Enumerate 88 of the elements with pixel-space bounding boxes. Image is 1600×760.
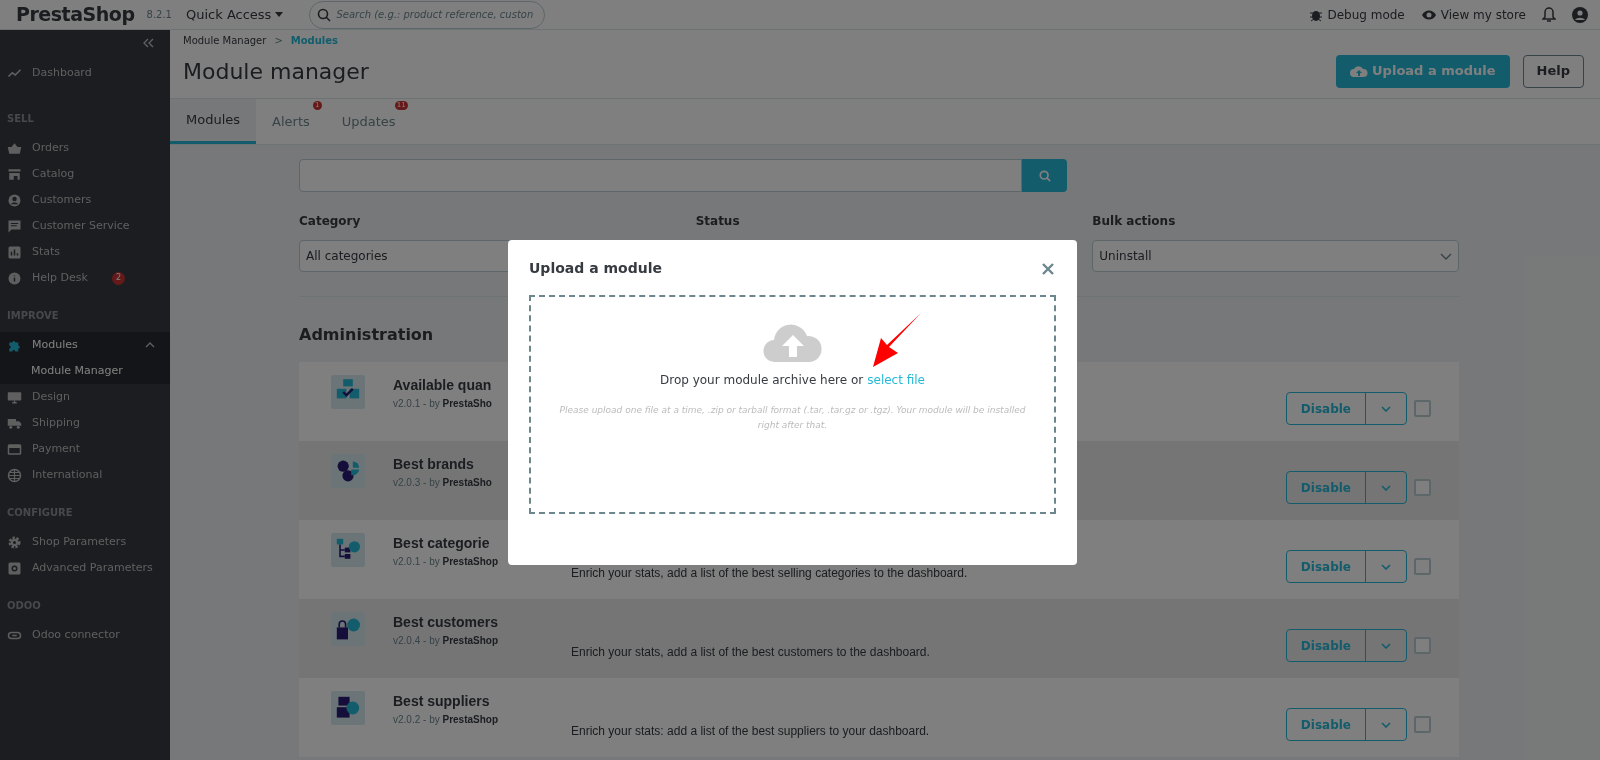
sidebar-item[interactable]: Customers bbox=[0, 187, 170, 213]
sidebar-item[interactable]: Orders bbox=[0, 135, 170, 161]
upload-hint: Please upload one file at a time, .zip or tarball format (.tar, .tar.gz or .tgz). Your module will be installed right after that. bbox=[558, 404, 1027, 432]
sidebar-item[interactable]: Advanced Parameters bbox=[0, 555, 170, 581]
checkbox[interactable] bbox=[1414, 716, 1431, 733]
brand-name: PrestaShop bbox=[16, 2, 135, 28]
checkbox[interactable] bbox=[1414, 637, 1431, 654]
drop-instruction: Drop your module archive here or bbox=[660, 372, 864, 389]
module-meta: v2.0.1 - by PrestaShop bbox=[393, 555, 499, 569]
tab[interactable]: Modules bbox=[170, 99, 257, 144]
breadcrumb-separator: > bbox=[274, 34, 283, 48]
count-badge: 2 bbox=[111, 271, 125, 285]
chevron-down-icon bbox=[1381, 563, 1391, 570]
pointer-arrow bbox=[871, 311, 923, 369]
module-name: Best brands bbox=[393, 455, 474, 474]
search-icon bbox=[317, 7, 332, 22]
card-icon bbox=[7, 441, 22, 457]
search-field[interactable]: Search (e.g.: product reference, custon bbox=[309, 0, 546, 29]
module-description: Enrich your stats, add a list of the best selling categories to the dashboard. bbox=[571, 565, 968, 582]
chevron-down-icon bbox=[1381, 405, 1391, 412]
caret-icon bbox=[275, 12, 284, 17]
collapse-icon bbox=[142, 38, 154, 48]
sidebar-item[interactable]: Help Desk 2 bbox=[0, 265, 170, 291]
store-icon bbox=[7, 166, 22, 182]
cloud-upload-icon bbox=[1350, 64, 1369, 78]
module-description: Enrich your stats: add a list of the best suppliers to your dashboard. bbox=[571, 723, 930, 740]
module-description: Enrich your stats, add a list of the best customers to the dashboard. bbox=[571, 644, 930, 661]
sidebar-item[interactable]: Modules bbox=[0, 332, 170, 358]
sidebar-item[interactable]: Odoo connector bbox=[0, 622, 170, 648]
module-name: Best suppliers bbox=[393, 692, 490, 711]
checkbox[interactable] bbox=[1414, 558, 1431, 575]
sidebar-item[interactable]: Customer Service bbox=[0, 213, 170, 239]
module-meta: v2.0.1 - by PrestaSho bbox=[393, 397, 492, 411]
module-meta: v2.0.3 - by PrestaSho bbox=[393, 476, 492, 490]
chevron-down-icon bbox=[1381, 484, 1391, 491]
close-button[interactable] bbox=[1042, 262, 1054, 275]
bell-icon bbox=[1542, 6, 1556, 23]
globe-icon bbox=[7, 467, 22, 483]
eye-icon bbox=[1420, 8, 1437, 21]
sidebar-item[interactable]: Stats bbox=[0, 239, 170, 265]
section-title: Administration bbox=[299, 324, 434, 346]
close-icon bbox=[1042, 262, 1054, 275]
page-title: Module manager bbox=[183, 57, 369, 86]
search-field[interactable] bbox=[299, 159, 1022, 192]
info-icon bbox=[7, 270, 22, 286]
cloud-upload-icon bbox=[762, 323, 823, 363]
module-name: Available quan bbox=[393, 376, 492, 395]
module-meta: v2.0.2 - by PrestaShop bbox=[393, 713, 499, 727]
account-icon bbox=[1572, 6, 1588, 23]
select-field[interactable]: Uninstall bbox=[1092, 240, 1459, 272]
sidebar-item[interactable]: Catalog bbox=[0, 161, 170, 187]
view-store-link[interactable]: View my store bbox=[1420, 5, 1526, 24]
sidebar-item[interactable]: Payment bbox=[0, 436, 170, 462]
help-button[interactable]: Help bbox=[1522, 54, 1584, 88]
breadcrumb-link[interactable]: Module Manager bbox=[183, 33, 267, 48]
gear-icon bbox=[7, 560, 22, 576]
checkbox[interactable] bbox=[1414, 479, 1431, 496]
sidebar-item[interactable]: Shop Parameters bbox=[0, 529, 170, 555]
chevron-down-icon bbox=[1381, 721, 1391, 728]
filter-label: Bulk actions bbox=[1092, 213, 1177, 230]
basket-icon bbox=[7, 140, 22, 156]
sidebar-item[interactable]: Shipping bbox=[0, 410, 170, 436]
module-name: Best customers bbox=[393, 613, 499, 632]
search-button[interactable] bbox=[1022, 159, 1067, 192]
stats-icon bbox=[7, 244, 22, 260]
search-icon bbox=[1038, 169, 1051, 182]
select-file-link[interactable]: select file bbox=[867, 371, 925, 389]
chat-icon bbox=[7, 218, 22, 234]
sidebar-item[interactable]: Design bbox=[0, 384, 170, 410]
quick-access-menu[interactable]: Quick Access bbox=[186, 4, 284, 25]
version-label: 8.2.1 bbox=[146, 8, 172, 22]
filter-label: Status bbox=[695, 213, 741, 230]
monitor-icon bbox=[7, 389, 22, 405]
breadcrumb-link[interactable]: Modules bbox=[290, 33, 339, 48]
sidebar-item[interactable]: International bbox=[0, 462, 170, 488]
person-icon bbox=[7, 192, 22, 208]
filter-label: Category bbox=[299, 213, 362, 230]
chevron-down-icon bbox=[1381, 642, 1391, 649]
chevron-down-icon bbox=[1440, 252, 1452, 260]
sidebar-item[interactable]: Dashboard bbox=[0, 60, 170, 86]
drop-zone[interactable]: Drop your module archive here or select file Please upload one file at a time, .zip or tarball format (.tar, .tar.gz or .tgz). Your module will be installed right after that. bbox=[529, 295, 1056, 514]
gear-icon bbox=[7, 534, 22, 550]
upload-module-button[interactable]: Upload a module bbox=[1336, 54, 1510, 88]
module-name: Best categorie bbox=[393, 534, 490, 553]
debug-mode-link[interactable]: Debug mode bbox=[1309, 5, 1405, 24]
submenu-item[interactable]: Module Manager bbox=[0, 358, 170, 384]
module-meta: v2.0.4 - by PrestaShop bbox=[393, 634, 499, 648]
checkbox[interactable] bbox=[1414, 400, 1431, 417]
